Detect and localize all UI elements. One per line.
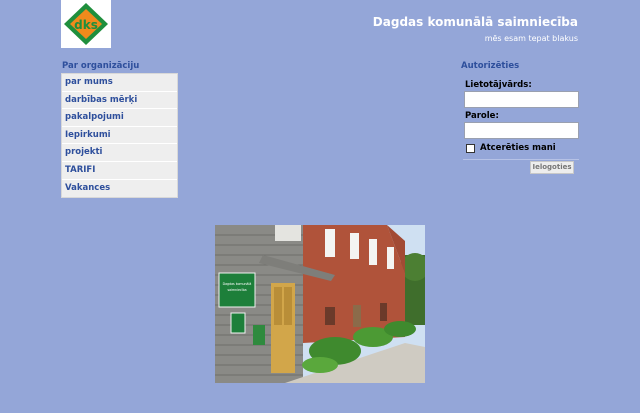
login-divider [463, 159, 579, 160]
password-label: Parole: [465, 111, 499, 121]
sidebar-item-darbibas-merki[interactable]: darbības mērķi [62, 92, 177, 110]
password-input[interactable] [464, 122, 579, 139]
remember-me: Atcerēties mani [466, 143, 556, 153]
site-title: Dagdas komunālā saimniecība [372, 15, 578, 29]
sidebar-heading: Par organizāciju [62, 61, 140, 71]
svg-text:saimniecība: saimniecība [227, 288, 246, 292]
logo-text: dks [74, 18, 98, 32]
username-input[interactable] [464, 91, 579, 108]
sidebar-item-iepirkumi[interactable]: Iepirkumi [62, 127, 177, 145]
login-button[interactable]: Ielogoties [530, 161, 574, 174]
sidebar-item-vakances[interactable]: Vakances [62, 180, 177, 198]
sidebar-item-projekti[interactable]: projekti [62, 144, 177, 162]
building-photo: Dagdas komunālā saimniecība [215, 225, 425, 383]
sidebar-item-pakalpojumi[interactable]: pakalpojumi [62, 109, 177, 127]
site-logo[interactable]: dks [61, 0, 111, 48]
sidebar-menu: par mums darbības mērķi pakalpojumi Iepi… [61, 73, 178, 199]
site-tagline: mēs esam tepat blakus [484, 34, 578, 43]
username-label: Lietotājvārds: [465, 80, 532, 90]
sidebar-item-tarifi[interactable]: TARIFI [62, 162, 177, 180]
remember-me-checkbox[interactable] [466, 143, 475, 153]
sign-text: Dagdas komunālā [223, 282, 252, 286]
sidebar-item-par-mums[interactable]: par mums [62, 74, 177, 92]
remember-me-label: Atcerēties mani [480, 143, 556, 153]
login-heading: Autorizēties [461, 61, 520, 71]
